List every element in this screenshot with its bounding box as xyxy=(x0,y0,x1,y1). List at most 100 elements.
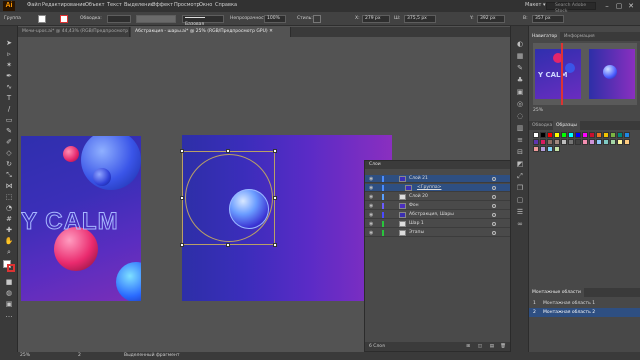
maximize-icon[interactable]: ▢ xyxy=(614,1,624,11)
artboards-panel-icon[interactable]: ▢ xyxy=(515,196,525,205)
color-swatch[interactable] xyxy=(533,146,539,152)
layer-row[interactable]: ◉ <Группа> xyxy=(365,184,510,192)
make-clip-icon[interactable]: ◫ xyxy=(478,342,482,351)
status-mode[interactable]: Выделенный фрагмент xyxy=(124,352,180,360)
libraries-icon[interactable]: ☰ xyxy=(515,208,525,217)
color-swatch[interactable] xyxy=(540,132,546,138)
artboard-row-1[interactable]: 1 Монтажная область 1 xyxy=(529,299,640,308)
target-circle-icon[interactable] xyxy=(492,186,496,190)
color-swatch[interactable] xyxy=(533,132,539,138)
color-swatch[interactable] xyxy=(540,146,546,152)
color-swatch[interactable] xyxy=(582,139,588,145)
draw-mode-icon[interactable]: ◍ xyxy=(4,289,14,298)
tab-document-2[interactable]: Абстракция - шары.ai* @ 25% (RGB/Предпро… xyxy=(131,27,291,37)
hand-tool-icon[interactable]: ✋ xyxy=(4,237,14,246)
target-circle-icon[interactable] xyxy=(492,177,496,181)
color-swatch[interactable] xyxy=(617,132,623,138)
tab-navigator[interactable]: Навигатор xyxy=(529,32,561,41)
graphic-styles-icon[interactable]: ▣ xyxy=(515,88,525,97)
layers-panel-icon[interactable]: ❐ xyxy=(515,184,525,193)
target-circle-icon[interactable] xyxy=(492,213,496,217)
color-swatch[interactable] xyxy=(596,139,602,145)
menu-help[interactable]: Справка xyxy=(215,2,237,8)
curvature-tool-icon[interactable]: ∿ xyxy=(4,83,14,92)
close-icon[interactable]: ✕ xyxy=(626,1,636,11)
fill-swatch[interactable] xyxy=(38,15,46,23)
visibility-eye-icon[interactable]: ◉ xyxy=(369,184,373,192)
links-icon[interactable]: ∞ xyxy=(515,220,525,229)
scale-tool-icon[interactable]: ⤡ xyxy=(4,171,14,180)
stroke-panel-icon[interactable]: ≡ xyxy=(515,136,525,145)
layer-row[interactable]: ◉ Шар 1 xyxy=(365,220,510,228)
color-swatch[interactable] xyxy=(533,139,539,145)
shaper-tool-icon[interactable]: ✐ xyxy=(4,138,14,147)
x-field[interactable]: 279 px xyxy=(362,15,390,23)
layer-row[interactable]: ◉ Этапы xyxy=(365,229,510,237)
navigator-view-box[interactable] xyxy=(561,43,563,105)
visibility-eye-icon[interactable]: ◉ xyxy=(369,220,373,228)
status-zoom[interactable]: 25% xyxy=(20,352,30,360)
color-swatch[interactable] xyxy=(561,132,567,138)
stroke-weight-field[interactable] xyxy=(107,15,131,23)
artboard-2[interactable] xyxy=(180,135,392,301)
color-guide-icon[interactable]: ▦ xyxy=(515,52,525,61)
menu-file[interactable]: Файл xyxy=(27,2,41,8)
menu-object[interactable]: Объект xyxy=(85,2,105,8)
tab-artboards[interactable]: Монтажные области xyxy=(529,288,584,297)
eyedropper-icon[interactable]: ✚ xyxy=(4,226,14,235)
layer-row[interactable]: ◉ Слой 20 xyxy=(365,193,510,201)
color-mode-icon[interactable]: ■ xyxy=(4,278,14,287)
gradient-icon[interactable]: ▥ xyxy=(515,124,525,133)
target-circle-icon[interactable] xyxy=(492,204,496,208)
handle-tc[interactable] xyxy=(226,149,230,153)
color-swatch[interactable] xyxy=(610,139,616,145)
sphere-glass[interactable] xyxy=(229,189,269,229)
color-swatch[interactable] xyxy=(568,139,574,145)
screen-mode-icon[interactable]: ▣ xyxy=(4,300,14,309)
brushes-icon[interactable]: ✎ xyxy=(515,64,525,73)
menu-text[interactable]: Текст xyxy=(107,2,122,8)
eraser-icon[interactable]: ◇ xyxy=(4,149,14,158)
align-icon[interactable]: ⊟ xyxy=(515,148,525,157)
menu-select[interactable]: Выделение xyxy=(124,2,154,8)
color-swatch[interactable] xyxy=(624,132,630,138)
visibility-eye-icon[interactable]: ◉ xyxy=(369,211,373,219)
new-sublayer-icon[interactable]: ▤ xyxy=(490,342,494,351)
color-swatch[interactable] xyxy=(589,132,595,138)
paintbrush-icon[interactable]: ✎ xyxy=(4,127,14,136)
tab-info[interactable]: Информация xyxy=(561,32,598,41)
type-tool-icon[interactable]: T xyxy=(4,94,14,103)
artboard-1[interactable]: Y CALM xyxy=(21,136,141,301)
color-swatch[interactable] xyxy=(610,132,616,138)
menu-window[interactable]: Окно xyxy=(199,2,212,8)
visibility-eye-icon[interactable]: ◉ xyxy=(369,193,373,201)
color-swatch[interactable] xyxy=(596,132,602,138)
layer-row[interactable]: ◉ Фон xyxy=(365,202,510,210)
brush-definition[interactable]: Базовая xyxy=(182,15,224,27)
color-swatch[interactable] xyxy=(547,139,553,145)
color-swatch[interactable] xyxy=(575,139,581,145)
layer-row[interactable]: ◉ Абстракция, Шары xyxy=(365,211,510,219)
target-circle-icon[interactable] xyxy=(492,195,496,199)
workspace-switcher[interactable]: Макет ▾ xyxy=(525,2,546,8)
menu-effect[interactable]: Эффект xyxy=(152,2,173,8)
handle-tr[interactable] xyxy=(273,149,277,153)
line-tool-icon[interactable]: / xyxy=(4,105,14,114)
swatch-grid[interactable] xyxy=(533,132,637,176)
pen-tool-icon[interactable]: ✒ xyxy=(4,72,14,81)
y-field[interactable]: 392 px xyxy=(477,15,505,23)
symbols-icon[interactable]: ♣ xyxy=(515,76,525,85)
handle-ml[interactable] xyxy=(180,196,184,200)
free-transform-icon[interactable]: ⬚ xyxy=(4,193,14,202)
color-swatch[interactable] xyxy=(547,132,553,138)
new-layer-icon[interactable]: ⊞ xyxy=(466,342,470,351)
zoom-tool-icon[interactable]: ⌕ xyxy=(4,248,14,257)
rectangle-tool-icon[interactable]: ▭ xyxy=(4,116,14,125)
tab-stroke[interactable]: Обводка xyxy=(529,121,555,130)
color-swatch[interactable] xyxy=(554,139,560,145)
opacity-field[interactable]: 100% xyxy=(264,15,286,23)
status-artboard-number[interactable]: 2 xyxy=(78,352,81,360)
navigator-zoom[interactable]: 25% xyxy=(533,108,543,113)
more-tools-icon[interactable]: … xyxy=(4,311,14,320)
color-swatch[interactable] xyxy=(547,146,553,152)
